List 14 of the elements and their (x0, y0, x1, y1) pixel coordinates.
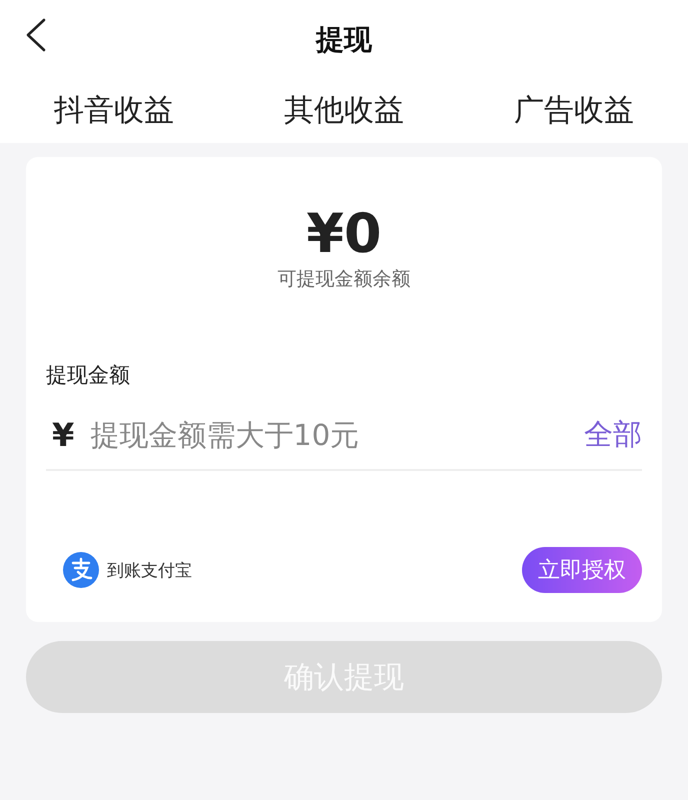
tab[interactable]: 其他收益 (284, 88, 404, 133)
balance-amount: ¥0 (306, 201, 382, 267)
back-icon[interactable] (24, 18, 48, 52)
tab[interactable]: 广告收益 (514, 88, 634, 133)
amount-field[interactable]: 提现金额需大于10元 (88, 417, 584, 453)
payment-icon (63, 552, 99, 588)
withdraw-all-link[interactable]: 全部 (584, 415, 642, 455)
balance-caption: 可提现金额余额 (278, 267, 410, 291)
authorize-button[interactable]: 立即授权 (522, 547, 642, 593)
payout-method: 到账支付宝 (107, 560, 193, 582)
tab[interactable]: 抖音收益 (54, 88, 174, 133)
currency-symbol: ¥ (52, 416, 74, 454)
field-label: 提现金额 (46, 362, 131, 389)
page-title: 提现 (316, 22, 372, 58)
